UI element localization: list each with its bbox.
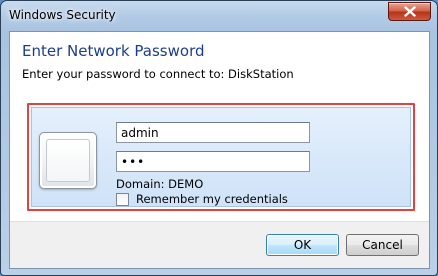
remember-credentials[interactable]: Remember my credentials — [116, 192, 288, 206]
dialog-heading: Enter Network Password — [22, 42, 205, 60]
dialog-content: Enter Network Password Enter your passwo… — [10, 32, 429, 221]
credential-tile[interactable]: Domain: DEMO Remember my credentials — [31, 107, 411, 207]
button-bar: OK Cancel — [10, 221, 429, 268]
username-field[interactable] — [116, 122, 310, 143]
user-tile-icon — [39, 132, 97, 189]
cancel-button[interactable]: Cancel — [346, 234, 419, 256]
remember-label[interactable]: Remember my credentials — [136, 192, 288, 206]
close-icon — [403, 6, 416, 17]
password-field[interactable] — [116, 151, 310, 172]
windows-security-dialog: Windows Security Enter Network Password … — [0, 0, 438, 276]
title-bar[interactable]: Windows Security — [1, 1, 437, 31]
dialog-body: Enter Network Password Enter your passwo… — [9, 31, 430, 269]
remember-checkbox[interactable] — [116, 192, 129, 206]
window-title: Windows Security — [9, 8, 116, 22]
credential-highlight: Domain: DEMO Remember my credentials — [27, 103, 415, 211]
ok-button[interactable]: OK — [266, 234, 339, 256]
user-tile-frame — [46, 139, 90, 182]
domain-label: Domain: DEMO — [116, 177, 204, 191]
close-button[interactable] — [388, 2, 431, 21]
dialog-subheading: Enter your password to connect to: DiskS… — [22, 67, 294, 81]
